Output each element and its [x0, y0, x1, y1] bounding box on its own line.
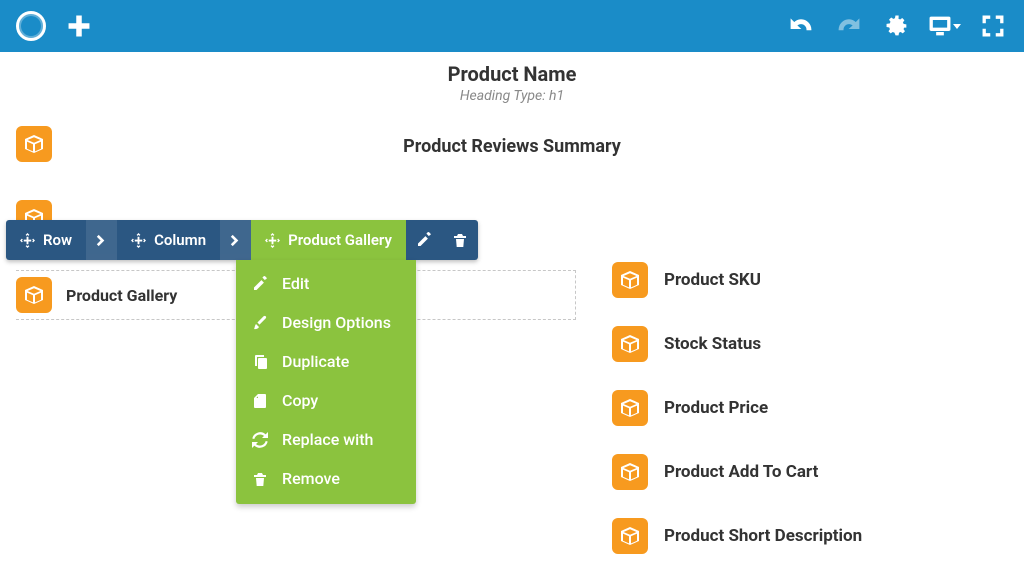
- right-column: Product SKU Stock Status Product Price P…: [612, 262, 862, 554]
- menu-label: Copy: [282, 391, 318, 410]
- editor-canvas: Product Name Heading Type: h1 Product Re…: [0, 52, 1024, 157]
- copy-icon: [252, 354, 268, 370]
- crumb-label: Column: [154, 231, 206, 249]
- menu-label: Remove: [282, 469, 340, 488]
- element-handle[interactable]: [612, 326, 648, 362]
- move-icon: [265, 233, 280, 248]
- box-icon: [620, 334, 640, 354]
- box-icon: [620, 270, 640, 290]
- element-label: Product Short Description: [664, 526, 862, 546]
- monitor-icon: [929, 15, 951, 37]
- element-handle-gallery[interactable]: [16, 277, 52, 313]
- menu-label: Edit: [282, 274, 309, 293]
- breadcrumb: Row Column Product Gallery: [6, 220, 478, 260]
- redo-icon: [838, 15, 860, 37]
- trash-icon: [252, 471, 268, 487]
- element-label: Stock Status: [664, 334, 761, 354]
- undo-button[interactable]: [780, 5, 822, 47]
- add-button[interactable]: [58, 5, 100, 47]
- menu-edit[interactable]: Edit: [236, 264, 416, 303]
- product-short-desc-element[interactable]: Product Short Description: [612, 518, 862, 554]
- product-add-to-cart-element[interactable]: Product Add To Cart: [612, 454, 862, 490]
- context-menu: Edit Design Options Duplicate Copy Repla…: [236, 260, 416, 504]
- box-icon: [620, 398, 640, 418]
- element-handle[interactable]: [612, 518, 648, 554]
- move-icon: [20, 233, 35, 248]
- app-frame: Product Name Heading Type: h1 Product Re…: [0, 0, 1024, 580]
- element-label: Product Price: [664, 398, 768, 418]
- fullscreen-icon: [982, 15, 1004, 37]
- menu-label: Replace with: [282, 430, 373, 449]
- redo-button[interactable]: [828, 5, 870, 47]
- move-icon: [131, 233, 146, 248]
- box-icon: [620, 526, 640, 546]
- element-label: Product Add To Cart: [664, 462, 818, 482]
- element-label: Product SKU: [664, 270, 761, 290]
- crumb-row[interactable]: Row: [6, 220, 86, 260]
- refresh-icon: [252, 432, 268, 448]
- settings-button[interactable]: [876, 5, 918, 47]
- crumb-edit-button[interactable]: [406, 220, 442, 260]
- box-icon: [24, 285, 44, 305]
- chevron-right-icon: [94, 233, 109, 248]
- brush-icon: [252, 315, 268, 331]
- crumb-label: Row: [43, 231, 72, 249]
- element-handle[interactable]: [612, 454, 648, 490]
- menu-duplicate[interactable]: Duplicate: [236, 342, 416, 381]
- box-icon: [620, 462, 640, 482]
- crumb-label: Product Gallery: [288, 231, 392, 249]
- menu-design-options[interactable]: Design Options: [236, 303, 416, 342]
- element-handle[interactable]: [612, 390, 648, 426]
- viewport-button[interactable]: [924, 5, 966, 47]
- crumb-column[interactable]: Column: [117, 220, 220, 260]
- undo-icon: [790, 15, 812, 37]
- menu-remove[interactable]: Remove: [236, 459, 416, 498]
- crumb-delete-button[interactable]: [442, 220, 478, 260]
- crumb-actions: [406, 220, 478, 260]
- crumb-product-gallery[interactable]: Product Gallery: [251, 220, 406, 260]
- element-handle-1[interactable]: [16, 126, 52, 162]
- box-icon: [24, 134, 44, 154]
- gear-icon: [886, 15, 908, 37]
- menu-replace-with[interactable]: Replace with: [236, 420, 416, 459]
- crumb-separator: [86, 220, 117, 260]
- logo-button[interactable]: [10, 5, 52, 47]
- reviews-summary-title[interactable]: Product Reviews Summary: [16, 136, 1008, 157]
- product-price-element[interactable]: Product Price: [612, 390, 862, 426]
- fullscreen-button[interactable]: [972, 5, 1014, 47]
- product-sku-element[interactable]: Product SKU: [612, 262, 862, 298]
- trash-icon: [452, 232, 468, 248]
- page-title: Product Name: [16, 62, 1008, 86]
- stock-status-element[interactable]: Stock Status: [612, 326, 862, 362]
- product-name-block[interactable]: Product Name Heading Type: h1: [16, 62, 1008, 104]
- logo-icon: [16, 11, 46, 41]
- element-handle[interactable]: [612, 262, 648, 298]
- chevron-right-icon: [228, 233, 243, 248]
- product-gallery-label: Product Gallery: [66, 286, 177, 305]
- heading-type-label: Heading Type: h1: [16, 88, 1008, 104]
- top-toolbar: [0, 0, 1024, 52]
- plus-icon: [68, 15, 90, 37]
- pencil-icon: [252, 276, 268, 292]
- clipboard-icon: [252, 393, 268, 409]
- crumb-separator: [220, 220, 251, 260]
- menu-label: Design Options: [282, 313, 391, 332]
- menu-copy[interactable]: Copy: [236, 381, 416, 420]
- pencil-icon: [416, 232, 432, 248]
- menu-label: Duplicate: [282, 352, 349, 371]
